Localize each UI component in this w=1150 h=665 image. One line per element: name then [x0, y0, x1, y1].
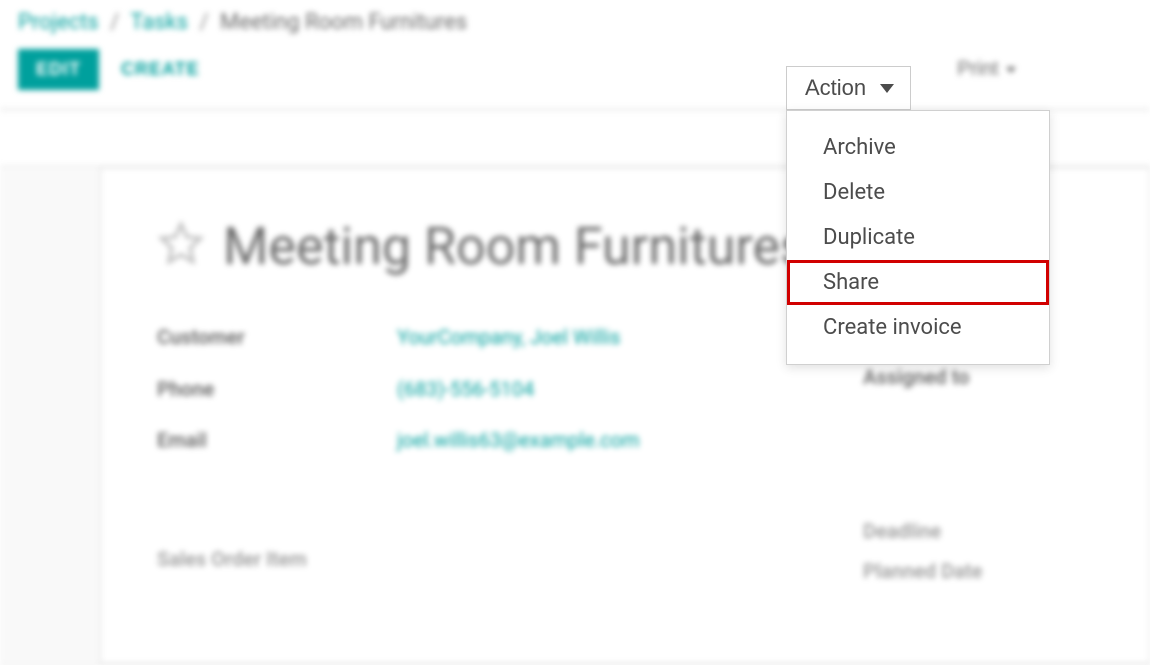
action-create-invoice[interactable]: Create invoice — [787, 305, 1049, 350]
action-share[interactable]: Share — [787, 260, 1049, 305]
breadcrumb-projects[interactable]: Projects — [18, 10, 99, 35]
edit-button[interactable]: EDIT — [18, 49, 99, 90]
action-archive[interactable]: Archive — [787, 125, 1049, 170]
action-button[interactable]: Action — [786, 66, 911, 110]
action-dropdown-menu: Archive Delete Duplicate Share Create in… — [786, 110, 1050, 365]
caret-down-icon — [1006, 67, 1016, 73]
action-duplicate[interactable]: Duplicate — [787, 215, 1049, 260]
deadline-label: Deadline — [863, 519, 1093, 543]
print-label: Print — [957, 58, 998, 81]
phone-label: Phone — [157, 377, 397, 413]
caret-down-icon — [880, 84, 894, 93]
sales-order-item-label: Sales Order Item — [157, 547, 397, 583]
breadcrumb-sep-icon: / — [199, 10, 208, 35]
action-delete[interactable]: Delete — [787, 170, 1049, 215]
record-title: Meeting Room Furnitures — [223, 216, 807, 277]
email-label: Email — [157, 428, 397, 464]
breadcrumb-tasks[interactable]: Tasks — [130, 10, 188, 35]
action-label: Action — [805, 75, 866, 101]
control-bar: EDIT CREATE Print Action — [0, 43, 1150, 109]
planned-date-label: Planned Date — [863, 559, 1093, 583]
breadcrumb-current: Meeting Room Furnitures — [220, 10, 467, 35]
star-icon[interactable] — [157, 219, 205, 275]
customer-label: Customer — [157, 325, 397, 361]
email-value[interactable]: joel.willis63@example.com — [397, 428, 863, 464]
assigned-to-label: Assigned to — [863, 365, 1093, 389]
create-button[interactable]: CREATE — [121, 59, 200, 80]
breadcrumb-sep-icon: / — [110, 10, 119, 35]
breadcrumb: Projects / Tasks / Meeting Room Furnitur… — [0, 0, 1150, 43]
phone-value[interactable]: (683)-556-5104 — [397, 377, 863, 413]
print-button[interactable]: Print — [943, 50, 1030, 89]
